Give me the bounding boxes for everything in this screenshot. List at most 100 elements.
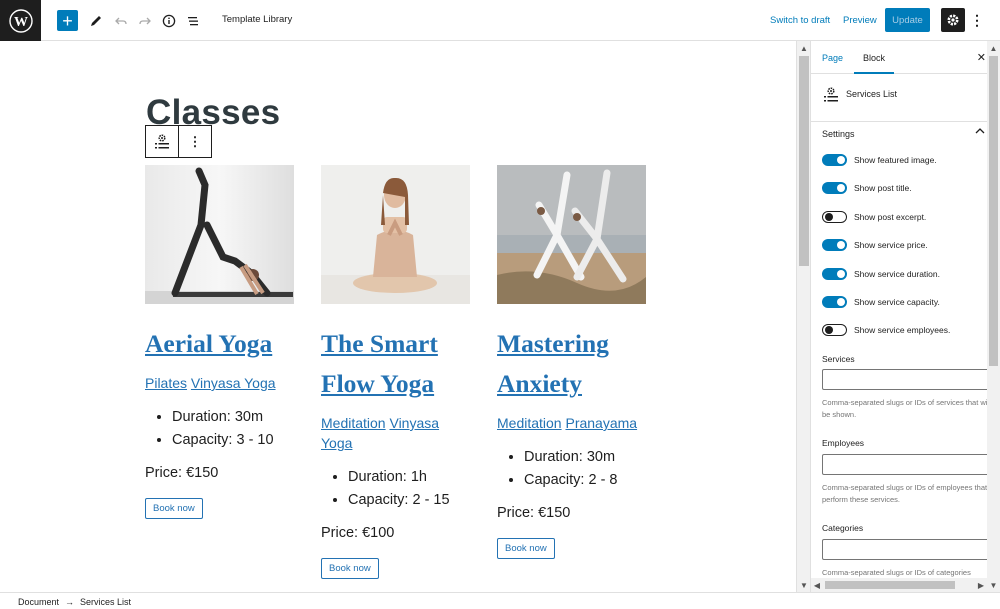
toggle-service-price[interactable]: Show service price. [822,238,928,252]
chevron-up-icon[interactable] [975,127,985,137]
block-card: Services List [811,74,987,122]
category-link[interactable]: Pilates [145,375,187,391]
service-title-link[interactable]: Mastering Anxiety [497,324,647,404]
category-link[interactable]: Vinyasa Yoga [191,375,276,391]
sidebar-scroll-thumb[interactable] [989,56,998,366]
toggle-switch[interactable] [822,324,847,336]
toggle-label: Show post title. [854,183,912,193]
scroll-down-arrow-icon[interactable]: ▼ [987,578,1000,592]
book-now-button[interactable]: Book now [321,558,379,579]
block-options-icon[interactable]: ⋮ [179,126,211,157]
book-now-button[interactable]: Book now [145,498,203,519]
service-title-link[interactable]: The Smart Flow Yoga [321,324,471,404]
tab-page[interactable]: Page [822,53,843,63]
update-button[interactable]: Update [885,8,930,32]
edit-tool-button[interactable] [86,10,106,31]
switch-to-draft-button[interactable]: Switch to draft [770,15,830,26]
canvas-scrollbar[interactable]: ▲ ▼ [796,41,810,592]
toggle-switch[interactable] [822,296,847,308]
service-title-line: Mastering [497,329,609,358]
block-breadcrumb-bar: Document → Services List [0,592,1000,609]
plus-icon: + [62,10,73,31]
service-title-link[interactable]: Aerial Yoga [145,324,295,364]
block-toolbar: ⋮ [145,125,212,158]
service-card: Aerial Yoga Pilates Vinyasa Yoga Duratio… [145,165,295,519]
scroll-up-arrow-icon[interactable]: ▲ [797,41,811,55]
toggle-post-excerpt[interactable]: Show post excerpt. [822,210,926,224]
toggle-label: Show service price. [854,240,928,250]
settings-panel-title[interactable]: Settings [822,129,855,139]
service-image-smart-flow-yoga[interactable] [321,165,470,304]
block-name: Services List [846,89,898,99]
redo-button[interactable] [135,10,155,31]
scroll-right-arrow-icon[interactable]: ▶ [975,578,987,592]
service-price: Price: €100 [321,525,395,541]
close-icon[interactable]: ✕ [977,51,986,64]
service-card: Mastering Anxiety Meditation Pranayama D… [497,165,647,559]
undo-icon [115,17,127,24]
service-image-mastering-anxiety[interactable] [497,165,646,304]
service-capacity: Capacity: 2 - 8 [524,469,647,492]
editor-canvas: Classes ⋮ Aerial Yoga Pilates Vinyasa Yo… [0,41,796,592]
tab-block[interactable]: Block [854,53,895,74]
toggle-switch[interactable] [822,154,847,166]
undo-button[interactable] [111,10,131,31]
sidebar-tabs: Page Block ✕ [811,41,987,74]
document-title[interactable]: Template Library [222,14,292,25]
scroll-down-arrow-icon[interactable]: ▼ [797,578,811,592]
employees-input[interactable] [822,454,987,475]
toggle-switch[interactable] [822,182,847,194]
toggle-service-employees[interactable]: Show service employees. [822,323,950,337]
breadcrumb-document[interactable]: Document [18,597,59,607]
more-options-icon[interactable]: ⋮ [970,10,984,31]
service-price: Price: €150 [497,505,571,521]
services-field-label: Services [822,354,855,364]
service-title-line: Anxiety [497,369,582,398]
category-link[interactable]: Meditation [497,415,562,431]
breadcrumb-services-list[interactable]: Services List [80,597,131,607]
toggle-service-capacity[interactable]: Show service capacity. [822,295,940,309]
info-icon [162,14,176,27]
category-link[interactable]: Pranayama [565,415,637,431]
toggle-switch[interactable] [822,239,847,251]
service-image-aerial-yoga[interactable] [145,165,294,304]
scroll-up-arrow-icon[interactable]: ▲ [987,41,1000,55]
settings-button[interactable] [941,8,965,32]
service-title-line: The Smart [321,329,438,358]
details-button[interactable] [159,10,179,31]
toggle-service-duration[interactable]: Show service duration. [822,267,940,281]
service-details-list: Duration: 30m Capacity: 2 - 8 [497,446,647,492]
scroll-left-arrow-icon[interactable]: ◀ [811,578,823,592]
list-view-button[interactable] [183,10,203,31]
book-now-button[interactable]: Book now [497,538,555,559]
toggle-label: Show service employees. [854,325,951,335]
toggle-switch[interactable] [822,211,847,223]
settings-sidebar: Page Block ✕ Services List Settings Show… [810,41,987,592]
service-categories: Meditation Pranayama [497,413,647,433]
service-duration: Duration: 1h [348,466,471,489]
toggle-label: Show service capacity. [854,297,940,307]
editor-top-bar: W + Template Library Switch to draft Pre… [0,0,1000,41]
toggle-switch[interactable] [822,268,847,280]
add-block-button[interactable]: + [57,10,78,31]
categories-input[interactable] [822,539,987,560]
sidebar-scrollbar[interactable]: ▲ ▼ [987,41,1000,592]
toggle-post-title[interactable]: Show post title. [822,181,912,195]
categories-field-label: Categories [822,523,864,533]
category-link[interactable]: Meditation [321,415,386,431]
toggle-label: Show post excerpt. [854,212,927,222]
service-duration: Duration: 30m [524,446,647,469]
services-list-icon [824,87,838,102]
preview-button[interactable]: Preview [843,15,877,26]
sidebar-hscroll-thumb[interactable] [825,581,955,589]
service-price: Price: €150 [145,465,219,481]
employees-field-label: Employees [822,438,865,448]
services-help-text: Comma-separated slugs or IDs of services… [822,398,987,419]
wordpress-logo-icon[interactable]: W [0,0,41,41]
services-input[interactable] [822,369,987,390]
services-list-block-button[interactable] [146,126,179,157]
canvas-scroll-thumb[interactable] [799,56,809,266]
toggle-featured-image[interactable]: Show featured image. [822,153,937,167]
pencil-icon [91,15,101,26]
sidebar-horizontal-scrollbar[interactable]: ◀ ▶ [811,578,987,592]
